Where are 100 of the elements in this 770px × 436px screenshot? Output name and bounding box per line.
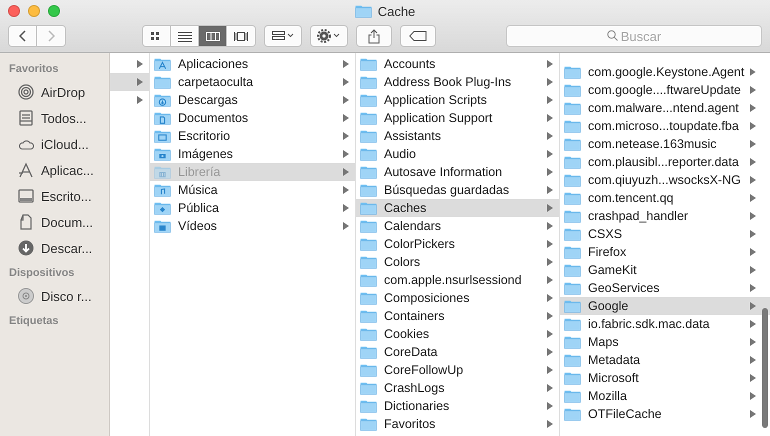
disclosure-arrow-icon <box>547 312 553 320</box>
folder-row[interactable]: Imágenes <box>150 145 355 163</box>
folder-row[interactable]: CoreFollowUp <box>356 361 559 379</box>
folder-row[interactable]: io.fabric.sdk.mac.data <box>560 315 770 333</box>
sidebar-item[interactable]: AirDrop <box>41 84 86 100</box>
folder-row[interactable]: carpetaoculta <box>150 73 355 91</box>
gallery-view-button[interactable] <box>227 26 255 46</box>
disclosure-arrow-icon <box>343 96 349 104</box>
columns-view-button[interactable] <box>199 26 227 46</box>
folder-row[interactable]: CoreData <box>356 343 559 361</box>
folder-row[interactable]: Address Book Plug-Ins <box>356 73 559 91</box>
folder-row[interactable]: Colors <box>356 253 559 271</box>
sidebar-item[interactable]: Escrito... <box>41 188 92 204</box>
list-view-button[interactable] <box>171 26 199 46</box>
sidebar-item[interactable]: Docum... <box>41 214 94 230</box>
close-button[interactable] <box>8 5 20 17</box>
folder-icon <box>360 129 378 143</box>
folder-icon <box>564 389 582 403</box>
folder-icon <box>154 93 172 107</box>
folder-icon <box>360 255 378 269</box>
folder-row[interactable]: Documentos <box>150 109 355 127</box>
folder-row[interactable]: Google <box>560 297 770 315</box>
arrange-button[interactable] <box>264 25 302 47</box>
folder-row[interactable]: com.microso...toupdate.fba <box>560 117 770 135</box>
folder-row[interactable]: Cookies <box>356 325 559 343</box>
gear-icon <box>317 29 341 43</box>
folder-row[interactable]: Aplicaciones <box>150 55 355 73</box>
folder-icon <box>360 75 378 89</box>
folder-row[interactable]: Composiciones <box>356 289 559 307</box>
folder-icon <box>360 219 378 233</box>
search-field[interactable]: Buscar <box>506 25 762 47</box>
sidebar-section-title: Favoritos <box>8 63 60 77</box>
folder-row[interactable]: com.plausibl...reporter.data <box>560 153 770 171</box>
disclosure-arrow-icon <box>547 96 553 104</box>
settings-button[interactable] <box>310 25 348 47</box>
folder-row[interactable]: Favoritos <box>356 415 559 433</box>
folder-row[interactable]: Audio <box>356 145 559 163</box>
disclosure-arrow-icon <box>343 204 349 212</box>
folder-row[interactable]: Firefox <box>560 243 770 261</box>
folder-row[interactable]: com.netease.163music <box>560 135 770 153</box>
folder-icon <box>154 201 172 215</box>
folder-row[interactable]: com.tencent.qq <box>560 189 770 207</box>
disclosure-arrow-icon <box>547 186 553 194</box>
zoom-button[interactable] <box>48 5 60 17</box>
folder-row[interactable]: Caches <box>356 199 559 217</box>
folder-row[interactable]: Música <box>150 181 355 199</box>
scrollbar[interactable] <box>762 308 768 428</box>
folder-row[interactable]: Maps <box>560 333 770 351</box>
disclosure-arrow-icon <box>750 266 756 274</box>
disclosure-arrow-icon <box>750 122 756 130</box>
folder-row[interactable]: Application Support <box>356 109 559 127</box>
folder-row[interactable]: com.google.Keystone.Agent <box>560 63 770 81</box>
share-button[interactable] <box>356 25 392 47</box>
disclosure-arrow-icon <box>343 168 349 176</box>
list-icon <box>178 30 192 42</box>
folder-row[interactable]: CrashLogs <box>356 379 559 397</box>
folder-row[interactable]: Metadata <box>560 351 770 369</box>
back-button[interactable] <box>9 26 37 46</box>
folder-row[interactable]: Containers <box>356 307 559 325</box>
folder-row[interactable]: CSXS <box>560 225 770 243</box>
disclosure-arrow-icon <box>547 78 553 86</box>
folder-row[interactable]: Application Scripts <box>356 91 559 109</box>
sidebar-item[interactable]: Todos... <box>41 110 87 126</box>
folder-row[interactable]: Vídeos <box>150 217 355 235</box>
folder-row[interactable]: Calendars <box>356 217 559 235</box>
column-row[interactable] <box>110 73 149 91</box>
folder-icon <box>564 245 582 259</box>
folder-row[interactable]: ColorPickers <box>356 235 559 253</box>
search-icon <box>607 30 618 41</box>
icons-view-button[interactable] <box>143 26 171 46</box>
sidebar-item[interactable]: Descar... <box>41 240 92 256</box>
folder-row[interactable]: com.google....ftwareUpdate <box>560 81 770 99</box>
folder-row[interactable]: Accounts <box>356 55 559 73</box>
folder-row[interactable]: Pública <box>150 199 355 217</box>
folder-row[interactable]: crashpad_handler <box>560 207 770 225</box>
folder-row[interactable]: Microsoft <box>560 369 770 387</box>
folder-row[interactable]: GameKit <box>560 261 770 279</box>
folder-icon <box>564 209 582 223</box>
folder-row[interactable]: Assistants <box>356 127 559 145</box>
sidebar-item[interactable]: Aplicac... <box>41 162 94 178</box>
folder-icon <box>564 371 582 385</box>
folder-row[interactable]: com.apple.nsurlsessiond <box>356 271 559 289</box>
disclosure-arrow-icon <box>750 140 756 148</box>
folder-icon <box>564 407 582 421</box>
disclosure-arrow-icon <box>547 114 553 122</box>
folder-icon <box>360 345 378 359</box>
tag-button[interactable] <box>400 25 436 47</box>
folder-row[interactable]: Búsquedas guardadas <box>356 181 559 199</box>
sidebar-item[interactable]: iCloud... <box>41 136 89 152</box>
folder-row[interactable]: Mozilla <box>560 387 770 405</box>
folder-row[interactable]: com.malware...ntend.agent <box>560 99 770 117</box>
folder-row[interactable]: com.qiuyuzh...wsocksX-NG <box>560 171 770 189</box>
folder-row[interactable]: GeoServices <box>560 279 770 297</box>
sidebar-item[interactable]: Disco r... <box>41 288 92 304</box>
folder-row[interactable]: Autosave Information <box>356 163 559 181</box>
folder-icon <box>564 335 582 349</box>
folder-row[interactable]: Dictionaries <box>356 397 559 415</box>
folder-row[interactable]: Descargas <box>150 91 355 109</box>
folder-row[interactable]: OTFileCache <box>560 405 770 423</box>
folder-row[interactable]: Escritorio <box>150 127 355 145</box>
